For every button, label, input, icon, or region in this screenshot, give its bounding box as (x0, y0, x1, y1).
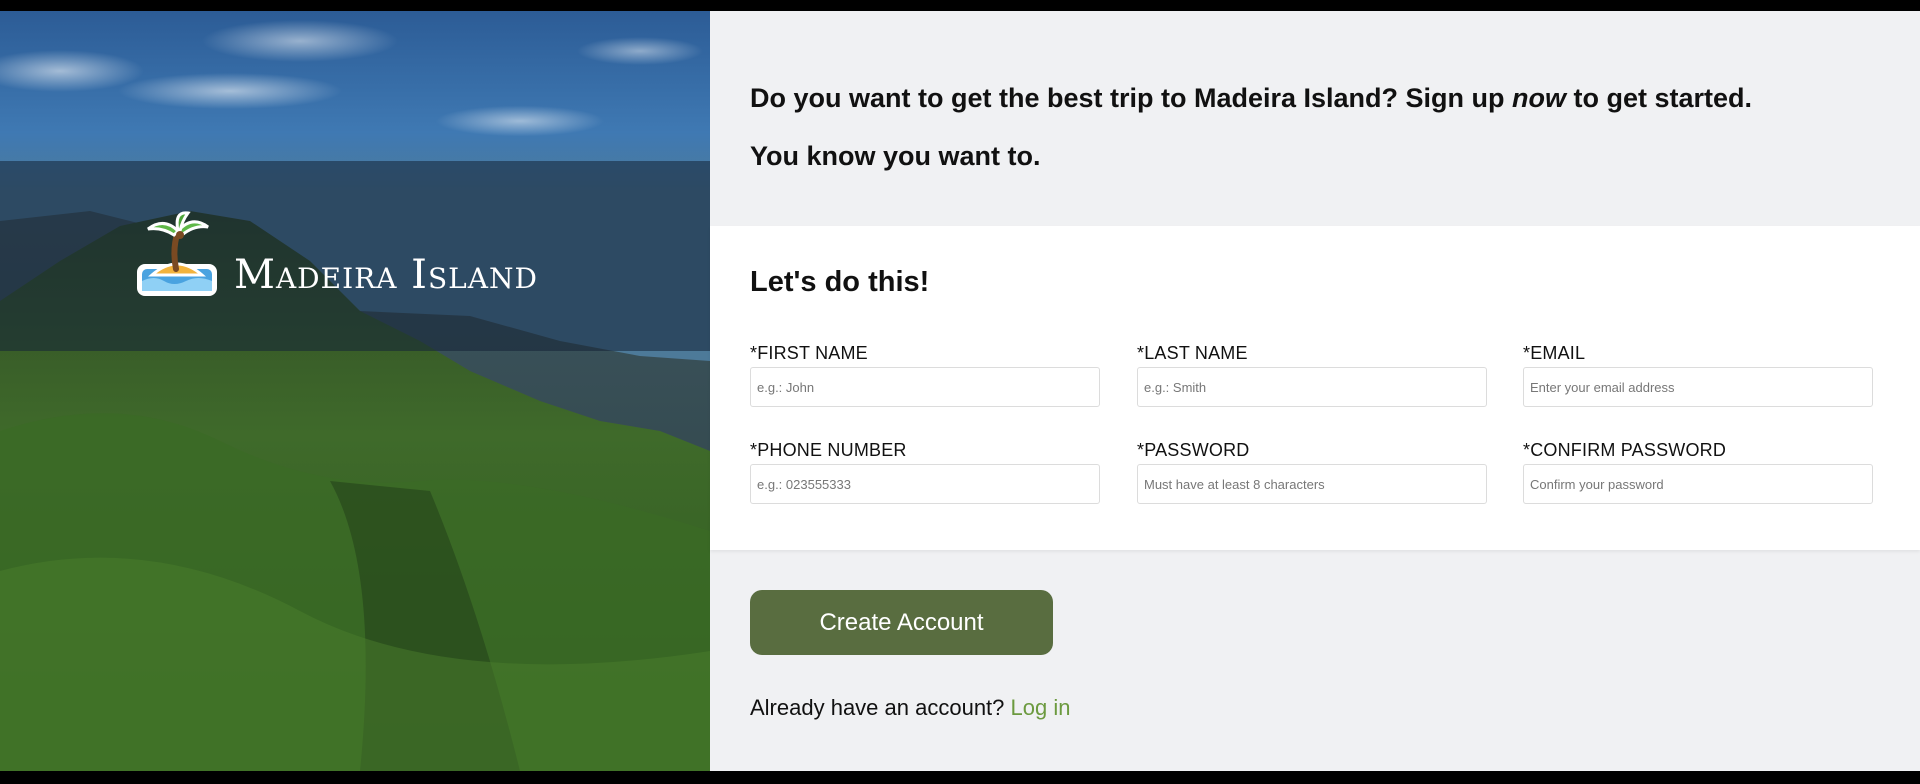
signup-page: Madeira Island Do you want to get the be… (0, 11, 1920, 771)
password-label: *PASSWORD (1137, 440, 1250, 460)
confirm-password-label: *CONFIRM PASSWORD (1523, 440, 1727, 460)
password-input[interactable] (1137, 464, 1487, 504)
phone-input[interactable] (750, 464, 1100, 504)
create-account-button[interactable]: Create Account (750, 590, 1053, 655)
first-name-field: *FIRST NAME (750, 343, 1100, 407)
signup-form: Let's do this! *FIRST NAME *LAST NAME *E… (710, 226, 1920, 550)
password-field: *PASSWORD (1137, 440, 1487, 504)
brand-name: Madeira Island (234, 252, 538, 298)
login-prompt-text: Already have an account? (750, 695, 1005, 720)
email-input[interactable] (1523, 367, 1873, 407)
phone-label: *PHONE NUMBER (750, 440, 907, 460)
last-name-field: *LAST NAME (1137, 343, 1487, 407)
first-name-label: *FIRST NAME (750, 343, 868, 363)
hero-image-panel: Madeira Island (0, 11, 710, 771)
login-prompt: Already have an account? Log in (750, 695, 1070, 721)
phone-field: *PHONE NUMBER (750, 440, 1100, 504)
last-name-label: *LAST NAME (1137, 343, 1248, 363)
intro-text: Do you want to get the best trip to Made… (710, 11, 1920, 185)
form-title: Let's do this! (750, 266, 930, 298)
intro-headline: Do you want to get the best trip to Made… (750, 83, 1753, 113)
signup-content: Do you want to get the best trip to Made… (710, 11, 1920, 771)
login-link[interactable]: Log in (1011, 695, 1071, 720)
last-name-input[interactable] (1137, 367, 1487, 407)
email-label: *EMAIL (1523, 343, 1586, 363)
intro-subline: You know you want to. (750, 141, 1041, 171)
palm-island-icon (137, 211, 217, 296)
mountain-landscape-image (0, 211, 710, 771)
email-field: *EMAIL (1523, 343, 1873, 407)
confirm-password-field: *CONFIRM PASSWORD (1523, 440, 1873, 504)
brand-logo: Madeira Island (134, 209, 538, 299)
confirm-password-input[interactable] (1523, 464, 1873, 504)
intro-emphasis: now (1512, 83, 1567, 113)
first-name-input[interactable] (750, 367, 1100, 407)
